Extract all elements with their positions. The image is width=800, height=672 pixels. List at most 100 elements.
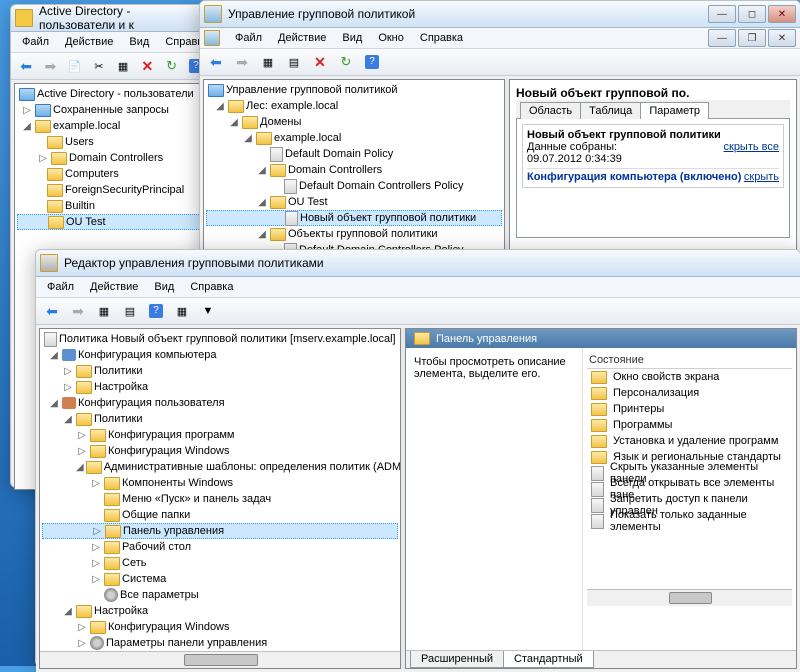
menu-action[interactable]: Действие bbox=[58, 34, 120, 50]
up-button[interactable]: 📄 bbox=[64, 54, 86, 78]
menu-file[interactable]: Файл bbox=[228, 30, 269, 46]
tab-scope[interactable]: Область bbox=[520, 102, 581, 119]
cut-button[interactable]: ✂ bbox=[88, 54, 110, 78]
description-pane: Чтобы просмотреть описание элемента, выд… bbox=[406, 348, 583, 650]
tree-item: ◢example.local bbox=[17, 118, 205, 134]
window-gpedit[interactable]: Редактор управления групповыми политикам… bbox=[35, 249, 800, 667]
settings-list[interactable]: Состояние Окно свойств экранаПерсонализа… bbox=[583, 348, 796, 650]
back-button[interactable]: ⬅ bbox=[204, 50, 228, 74]
export-button[interactable]: ▤ bbox=[282, 50, 306, 74]
close-button[interactable]: ✕ bbox=[768, 5, 796, 23]
maximize-button[interactable]: ◻ bbox=[738, 5, 766, 23]
titlebar[interactable]: Active Directory - пользователи и к bbox=[11, 5, 211, 32]
list-item[interactable]: Окно свойств экрана bbox=[587, 369, 792, 385]
hide-all-link[interactable]: скрыть все bbox=[724, 141, 780, 165]
tree-item: ◢Административные шаблоны: определения п… bbox=[42, 459, 398, 475]
expand-toggle[interactable]: ▷ bbox=[21, 105, 33, 116]
hide-link[interactable]: скрыть bbox=[744, 171, 779, 183]
details-panel: Панель управления Чтобы просмотреть опис… bbox=[405, 328, 797, 669]
forward-button[interactable]: ➡ bbox=[230, 50, 254, 74]
delete-icon: ✕ bbox=[142, 58, 154, 75]
list-item[interactable]: Программы bbox=[587, 417, 792, 433]
tab-standard[interactable]: Стандартный bbox=[503, 651, 594, 668]
tree-item: Меню «Пуск» и панель задач bbox=[42, 491, 398, 507]
help-button[interactable]: ? bbox=[360, 50, 384, 74]
filter-button[interactable]: ▼ bbox=[196, 299, 220, 323]
window-gpm[interactable]: Управление групповой политикой — ◻ ✕ Фай… bbox=[199, 0, 800, 258]
mdi-minimize-button[interactable]: — bbox=[708, 29, 736, 47]
forward-icon: ➡ bbox=[45, 58, 57, 75]
list-button[interactable]: ▤ bbox=[118, 299, 142, 323]
tab-extended[interactable]: Расширенный bbox=[410, 651, 504, 668]
help-button[interactable]: ? bbox=[144, 299, 168, 323]
menu-view[interactable]: Вид bbox=[147, 279, 181, 295]
tab-params[interactable]: Параметр bbox=[640, 102, 709, 119]
details-panel: Новый объект групповой по. Область Табли… bbox=[509, 79, 797, 256]
folder-icon bbox=[591, 451, 607, 464]
forward-button[interactable]: ➡ bbox=[66, 299, 90, 323]
back-icon: ⬅ bbox=[20, 58, 32, 75]
tree-item: ▷Сеть bbox=[42, 555, 398, 571]
props-button[interactable]: ▦ bbox=[170, 299, 194, 323]
menu-window[interactable]: Окно bbox=[371, 30, 411, 46]
toolbar: ⬅ ➡ ▦ ▤ ? ▦ ▼ bbox=[36, 298, 800, 325]
tree-root: Active Directory - пользователи bbox=[17, 86, 205, 102]
minimize-button[interactable]: — bbox=[708, 5, 736, 23]
tree-item: ◢Domain Controllers bbox=[206, 162, 502, 178]
toolbar: ⬅ ➡ ▦ ▤ ✕ ↻ ? bbox=[200, 49, 800, 76]
menu-action[interactable]: Действие bbox=[271, 30, 333, 46]
list-item[interactable]: Персонализация bbox=[587, 385, 792, 401]
toolbar: ⬅ ➡ 📄 ✂ ▦ ✕ ↻ ? bbox=[11, 53, 211, 80]
menu-action[interactable]: Действие bbox=[83, 279, 145, 295]
menu-file[interactable]: Файл bbox=[40, 279, 81, 295]
refresh-button[interactable]: ↻ bbox=[334, 50, 358, 74]
show-hide-button[interactable]: ▦ bbox=[92, 299, 116, 323]
tree-item: ◢Политики bbox=[42, 411, 398, 427]
tree-item: ▷Domain Controllers bbox=[17, 150, 205, 166]
column-header[interactable]: Состояние bbox=[587, 352, 792, 369]
list-item[interactable]: Принтеры bbox=[587, 401, 792, 417]
menu-view[interactable]: Вид bbox=[335, 30, 369, 46]
delete-button[interactable]: ✕ bbox=[136, 54, 158, 78]
folder-icon bbox=[591, 435, 607, 448]
tree-item: ▷Конфигурация Windows bbox=[42, 619, 398, 635]
forward-button[interactable]: ➡ bbox=[39, 54, 61, 78]
list-item[interactable]: Показать только заданные элементы bbox=[587, 513, 792, 529]
tab-content: Новый объект групповой политики Данные с… bbox=[516, 118, 790, 238]
details-header: Панель управления bbox=[406, 329, 796, 348]
scrollbar-horizontal[interactable] bbox=[40, 651, 400, 668]
props-button[interactable]: ▦ bbox=[112, 54, 134, 78]
tree-item: ▷Сохраненные запросы bbox=[17, 102, 205, 118]
menu-help[interactable]: Справка bbox=[413, 30, 470, 46]
collected-label: Данные собраны: bbox=[527, 141, 622, 153]
show-hide-button[interactable]: ▦ bbox=[256, 50, 280, 74]
folder-icon bbox=[591, 419, 607, 432]
mdi-restore-button[interactable]: ❐ bbox=[738, 29, 766, 47]
refresh-button[interactable]: ↻ bbox=[161, 54, 183, 78]
tree-item-selected: OU Test bbox=[17, 214, 205, 230]
collapse-toggle[interactable]: ◢ bbox=[21, 121, 33, 132]
menu-view[interactable]: Вид bbox=[122, 34, 156, 50]
tree-panel[interactable]: Управление групповой политикой ◢Лес: exa… bbox=[203, 79, 505, 256]
back-button[interactable]: ⬅ bbox=[40, 299, 64, 323]
tree-item-selected: Новый объект групповой политики bbox=[206, 210, 502, 226]
menu-file[interactable]: Файл bbox=[15, 34, 56, 50]
app-icon-small bbox=[204, 30, 220, 46]
app-icon bbox=[40, 254, 58, 272]
menu-help[interactable]: Справка bbox=[183, 279, 240, 295]
back-button[interactable]: ⬅ bbox=[15, 54, 37, 78]
window-title: Active Directory - пользователи и к bbox=[39, 4, 207, 32]
mdi-close-button[interactable]: ✕ bbox=[768, 29, 796, 47]
tree-item: Default Domain Policy bbox=[206, 146, 502, 162]
tree-item: ◢Настройка bbox=[42, 603, 398, 619]
tree-panel[interactable]: Политика Новый объект групповой политики… bbox=[39, 328, 401, 669]
tree-item-selected: ▷Панель управления bbox=[42, 523, 398, 539]
list-item[interactable]: Установка и удаление программ bbox=[587, 433, 792, 449]
refresh-icon: ↻ bbox=[166, 58, 177, 74]
delete-button[interactable]: ✕ bbox=[308, 50, 332, 74]
titlebar[interactable]: Редактор управления групповыми политикам… bbox=[36, 250, 800, 277]
setting-icon bbox=[591, 482, 604, 497]
titlebar[interactable]: Управление групповой политикой — ◻ ✕ bbox=[200, 1, 800, 28]
scrollbar-horizontal[interactable] bbox=[587, 589, 792, 606]
tab-table[interactable]: Таблица bbox=[580, 102, 641, 119]
